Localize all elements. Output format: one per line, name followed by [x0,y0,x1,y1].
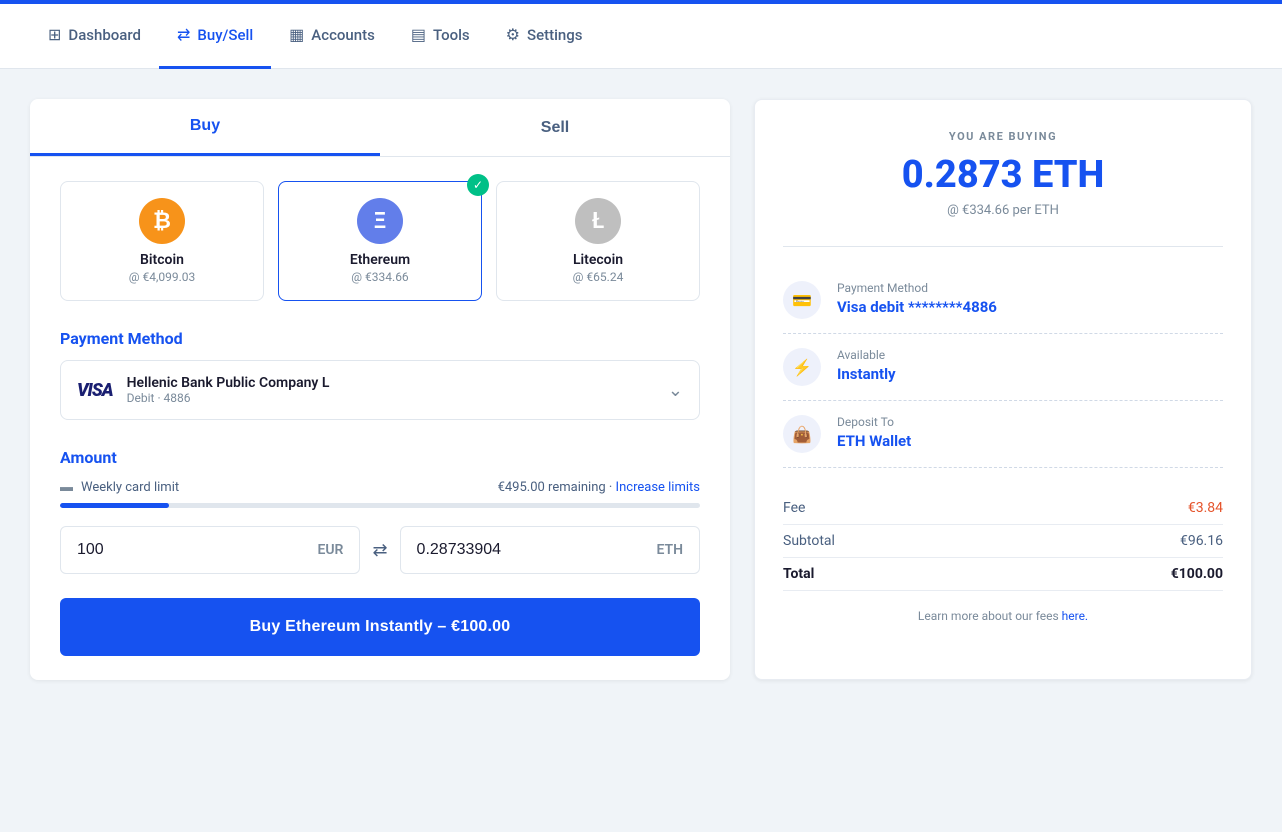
big-amount: 0.2873 ETH [783,153,1223,197]
bank-name: Hellenic Bank Public Company L [127,375,330,391]
litecoin-name: Litecoin [507,252,689,268]
litecoin-price: @ €65.24 [507,270,689,284]
total-value: €100.00 [1171,566,1223,582]
ethereum-name: Ethereum [289,252,471,268]
bitcoin-name: Bitcoin [71,252,253,268]
remaining-text: €495.00 remaining · Increase limits [498,480,700,495]
nav-label-tools: Tools [433,26,470,44]
dot-separator: · [609,480,616,495]
left-panel: Buy Sell ₿ Bitcoin @ €4,099.03 ✓ Ξ Ether… [30,99,730,680]
right-panel: YOU ARE BUYING 0.2873 ETH @ €334.66 per … [754,99,1252,680]
ethereum-check: ✓ [467,174,489,196]
lightning-icon: ⚡ [792,358,812,377]
payment-method-icon: 💳 [783,281,821,319]
eur-currency-label: EUR [317,542,343,558]
amount-row: EUR ⇄ ETH [60,526,700,574]
info-row-available: ⚡ Available Instantly [783,334,1223,401]
chevron-down-icon: ⌄ [668,380,683,401]
info-row-deposit: 👜 Deposit To ETH Wallet [783,401,1223,468]
card-limit-icon: ▬ [60,479,73,495]
remaining-amount: €495.00 remaining [498,480,606,495]
accounts-icon: ▦ [289,25,304,44]
total-label: Total [783,566,814,582]
tab-sell[interactable]: Sell [380,99,730,156]
available-info-content: Available Instantly [837,348,896,383]
weekly-limit-label: Weekly card limit [81,480,179,495]
dashboard-icon: ⊞ [48,25,61,44]
card-sub: Debit · 4886 [127,391,330,405]
available-icon-circle: ⚡ [783,348,821,386]
coin-selector: ₿ Bitcoin @ €4,099.03 ✓ Ξ Ethereum @ €33… [60,181,700,301]
weekly-limit-row: ▬ Weekly card limit €495.00 remaining · … [60,479,700,495]
learn-more-text: Learn more about our fees [918,609,1059,623]
fee-value: €3.84 [1188,500,1223,516]
payment-info-content: Payment Method Visa debit ********4886 [837,281,997,316]
learn-more: Learn more about our fees here. [783,609,1223,623]
visa-logo: VISA [77,380,113,401]
wallet-icon: 👜 [792,425,812,444]
eur-input-wrap: EUR [60,526,360,574]
swap-icon[interactable]: ⇄ [372,540,387,561]
nav-item-dashboard[interactable]: ⊞ Dashboard [30,4,159,69]
nav-label-accounts: Accounts [311,26,375,44]
tab-buy[interactable]: Buy [30,99,380,156]
total-row: Total €100.00 [783,558,1223,591]
deposit-value: ETH Wallet [837,432,911,450]
fee-section: Fee €3.84 Subtotal €96.16 Total €100.00 [783,492,1223,591]
deposit-icon-circle: 👜 [783,415,821,453]
payment-method-dropdown[interactable]: VISA Hellenic Bank Public Company L Debi… [60,360,700,420]
eth-input-wrap: ETH [400,526,700,574]
divider-1 [783,246,1223,247]
info-row-payment: 💳 Payment Method Visa debit ********4886 [783,267,1223,334]
subtotal-row: Subtotal €96.16 [783,525,1223,558]
ethereum-price: @ €334.66 [289,270,471,284]
eth-input[interactable] [417,541,657,559]
nav-item-buysell[interactable]: ⇄ Buy/Sell [159,4,271,69]
learn-more-link[interactable]: here. [1062,609,1088,623]
nav-item-settings[interactable]: ⚙ Settings [488,4,601,69]
deposit-info-content: Deposit To ETH Wallet [837,415,911,450]
credit-card-icon: 💳 [792,291,812,310]
navbar: ⊞ Dashboard ⇄ Buy/Sell ▦ Accounts ▤ Tool… [0,4,1282,69]
you-are-buying-label: YOU ARE BUYING [783,130,1223,143]
coin-card-bitcoin[interactable]: ₿ Bitcoin @ €4,099.03 [60,181,264,301]
bitcoin-price: @ €4,099.03 [71,270,253,284]
fee-label: Fee [783,500,805,516]
amount-section-label: Amount [60,448,700,467]
tools-icon: ▤ [411,25,426,44]
per-price: @ €334.66 per ETH [783,203,1223,218]
settings-icon: ⚙ [506,25,520,44]
bitcoin-icon: ₿ [139,198,185,244]
progress-bar-fill [60,503,169,508]
payment-section-label: Payment Method [60,329,700,348]
payment-info: Hellenic Bank Public Company L Debit · 4… [127,375,330,405]
nav-label-buysell: Buy/Sell [197,26,253,44]
subtotal-value: €96.16 [1180,533,1223,549]
increase-limits-link[interactable]: Increase limits [616,480,700,495]
nav-label-dashboard: Dashboard [68,26,141,44]
available-title: Available [837,348,896,362]
eth-currency-label: ETH [656,542,683,558]
nav-label-settings: Settings [527,26,583,44]
payment-value: Visa debit ********4886 [837,298,997,316]
coin-card-ethereum[interactable]: ✓ Ξ Ethereum @ €334.66 [278,181,482,301]
subtotal-label: Subtotal [783,533,835,549]
buysell-icon: ⇄ [177,25,190,44]
main-layout: Buy Sell ₿ Bitcoin @ €4,099.03 ✓ Ξ Ether… [0,69,1282,710]
buy-button[interactable]: Buy Ethereum Instantly – €100.00 [60,598,700,656]
panel-body: ₿ Bitcoin @ €4,099.03 ✓ Ξ Ethereum @ €33… [30,157,730,680]
coin-card-litecoin[interactable]: Ł Litecoin @ €65.24 [496,181,700,301]
deposit-title: Deposit To [837,415,911,429]
fee-row: Fee €3.84 [783,492,1223,525]
progress-bar [60,503,700,508]
litecoin-icon: Ł [575,198,621,244]
nav-item-accounts[interactable]: ▦ Accounts [271,4,393,69]
eur-input[interactable] [77,541,317,559]
ethereum-icon: Ξ [357,198,403,244]
nav-item-tools[interactable]: ▤ Tools [393,4,488,69]
available-value: Instantly [837,365,896,383]
buy-sell-tabs: Buy Sell [30,99,730,157]
payment-title: Payment Method [837,281,997,295]
